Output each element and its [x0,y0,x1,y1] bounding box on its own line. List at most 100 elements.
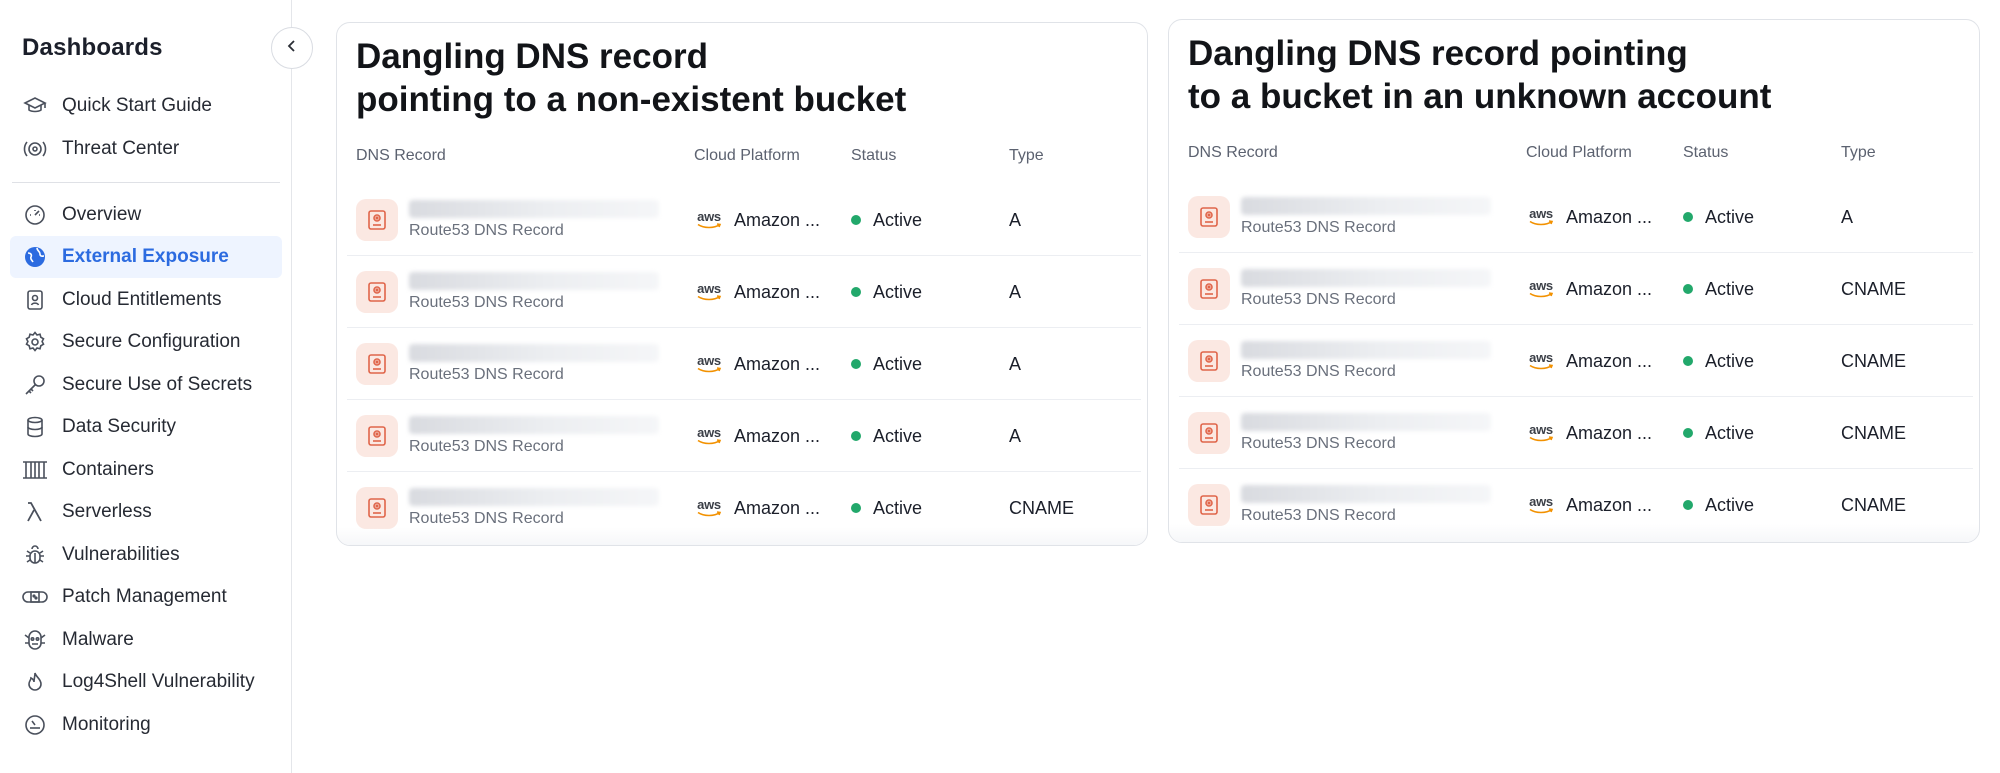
status-dot [1683,356,1693,366]
platform-name: Amazon ... [1566,350,1653,371]
status-dot [1683,212,1693,222]
column-header-status[interactable]: Status [1683,144,1728,162]
record-type-label: Route53 DNS Record [409,366,564,383]
sidebar-item-overview[interactable]: Overview [10,194,282,236]
column-header-cloud-platform[interactable]: Cloud Platform [1526,144,1632,162]
sidebar-item-serverless[interactable]: Serverless [10,491,282,533]
status-cell: Active [1683,325,1754,397]
sidebar-item-cloud-entitlements[interactable]: Cloud Entitlements [10,279,282,321]
status-badge: Active [1705,422,1755,443]
sidebar-item-label: Containers [62,458,154,480]
gauge-icon [22,202,48,228]
column-header-dns-record[interactable]: DNS Record [356,147,446,165]
cloud-platform-cell: aws Amazon ... [694,256,820,328]
sidebar-title: Dashboards [22,34,163,61]
status-dot [851,431,861,441]
patch-icon [22,584,48,610]
column-header-dns-record[interactable]: DNS Record [1188,144,1278,162]
record-type-label: Route53 DNS Record [1241,219,1396,236]
table-row[interactable]: Route53 DNS Record aws Amazon ... Active A [347,256,1141,328]
sidebar-item-vulnerabilities[interactable]: Vulnerabilities [10,534,282,576]
aws-logo-icon: aws [1526,494,1556,516]
table-row[interactable]: Route53 DNS Record aws Amazon ... Active CNA… [1179,253,1973,325]
redacted-record-name [409,200,659,218]
table-row[interactable]: Route53 DNS Record aws Amazon ... Active A [347,328,1141,400]
redacted-record-name [409,416,659,434]
record-type-value: CNAME [1841,422,1907,443]
dns-record-icon [1188,412,1230,454]
type-cell: A [1009,184,1021,256]
column-header-cloud-platform[interactable]: Cloud Platform [694,147,800,165]
status-dot [1683,500,1693,510]
record-type-label: Route53 DNS Record [1241,435,1396,452]
dashboard-card-nonexistent-bucket: Dangling DNS record pointing to a non-exi… [336,22,1148,546]
sidebar-item-label: Quick Start Guide [62,95,212,116]
platform-name: Amazon ... [1566,278,1653,299]
scroll-fade [1169,524,1979,542]
sidebar-item-external-exposure[interactable]: External Exposure [10,236,282,278]
platform-name: Amazon ... [1566,422,1653,443]
platform-name: Amazon ... [734,497,821,518]
redacted-record-name [409,344,659,362]
sidebar-item-secure-use-of-secrets[interactable]: Secure Use of Secrets [10,364,282,406]
aws-logo-icon: aws [1526,422,1556,444]
status-cell: Active [1683,397,1754,469]
card-title-line: Dangling DNS record [356,37,708,76]
cloud-platform-cell: aws Amazon ... [694,184,820,256]
column-header-type[interactable]: Type [1841,144,1876,162]
collapse-sidebar-button[interactable] [271,27,313,69]
redacted-record-name [1241,269,1491,287]
aws-logo-icon: aws [694,281,724,303]
sidebar-item-monitoring[interactable]: Monitoring [10,704,282,746]
table-row[interactable]: Route53 DNS Record aws Amazon ... Active A [347,184,1141,256]
aws-logo-icon: aws [1526,350,1556,372]
sidebar-item-label: Log4Shell Vulnerability [62,671,255,692]
sidebar-item-secure-configuration[interactable]: Secure Configuration [10,321,282,363]
type-cell: A [1009,400,1021,472]
table-row[interactable]: Route53 DNS Record aws Amazon ... Active CNA… [1179,397,1973,469]
sidebar-nav: Quick Start Guide Threat Center Overview… [10,85,282,746]
aws-logo-icon: aws [1526,206,1556,228]
status-dot [1683,428,1693,438]
chevron-left-icon [284,38,300,59]
platform-name: Amazon ... [734,281,821,302]
lambda-icon [22,499,48,525]
type-cell: A [1009,256,1021,328]
status-dot [851,359,861,369]
status-cell: Active [851,256,922,328]
platform-name: Amazon ... [734,425,821,446]
record-type-value: A [1009,353,1022,374]
status-badge: Active [1705,350,1755,371]
sidebar-item-patch-management[interactable]: Patch Management [10,576,282,618]
sidebar-item-log4shell-vulnerability[interactable]: Log4Shell Vulnerability [10,661,282,703]
cloud-platform-cell: aws Amazon ... [1526,325,1652,397]
redacted-record-name [409,488,659,506]
record-type-value: CNAME [1841,278,1907,299]
table-row[interactable]: Route53 DNS Record aws Amazon ... Active A [347,400,1141,472]
column-header-type[interactable]: Type [1009,147,1044,165]
column-header-status[interactable]: Status [851,147,896,165]
type-cell: CNAME [1841,397,1906,469]
sidebar-item-data-security[interactable]: Data Security [10,406,282,448]
table-row[interactable]: Route53 DNS Record aws Amazon ... Active A [1179,181,1973,253]
sidebar-item-containers[interactable]: Containers [10,449,282,491]
scroll-fade [337,527,1147,545]
card-title-line: Dangling DNS record pointing [1188,34,1688,73]
container-icon [22,457,48,483]
sidebar-item-malware[interactable]: Malware [10,619,282,661]
graduation-cap-icon [22,93,48,119]
sidebar-item-label: Cloud Entitlements [62,288,222,310]
globe-icon [22,244,48,270]
dns-record-cell: Route53 DNS Record [1188,253,1491,325]
sidebar-item-threat-center[interactable]: Threat Center [10,128,282,170]
sidebar-item-label: Data Security [62,416,177,437]
dns-record-cell: Route53 DNS Record [1188,181,1491,253]
table-row[interactable]: Route53 DNS Record aws Amazon ... Active CNA… [1179,325,1973,397]
dns-record-icon [356,343,398,385]
sidebar-item-quick-start-guide[interactable]: Quick Start Guide [10,85,282,127]
card-title: Dangling DNS record pointing to a bucket … [1188,32,1908,118]
status-dot [851,503,861,513]
record-type-label: Route53 DNS Record [409,438,564,455]
key-icon [22,372,48,398]
sidebar-item-label: Secure Use of Secrets [62,373,253,395]
